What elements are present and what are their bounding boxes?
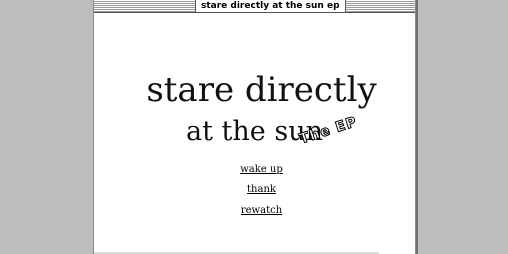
window-title: stare directly at the sun ep xyxy=(195,0,346,12)
nav-item-wake-up: wake up xyxy=(101,164,422,176)
desktop-background: stare directly at the sun ep stare direc… xyxy=(0,0,508,254)
browser-window: stare directly at the sun ep stare direc… xyxy=(93,0,416,254)
rewatch-link[interactable]: rewatch xyxy=(241,205,282,216)
nav-item-rewatch: rewatch xyxy=(101,205,422,217)
thank-link[interactable]: thank xyxy=(247,184,276,195)
wake-up-link[interactable]: wake up xyxy=(240,164,283,175)
page-heading-line-1: stare directly xyxy=(146,70,377,110)
page-heading-line-2: at the sun xyxy=(186,116,323,147)
nav-item-thank: thank xyxy=(101,184,422,196)
window-titlebar[interactable]: stare directly at the sun ep xyxy=(94,0,415,13)
